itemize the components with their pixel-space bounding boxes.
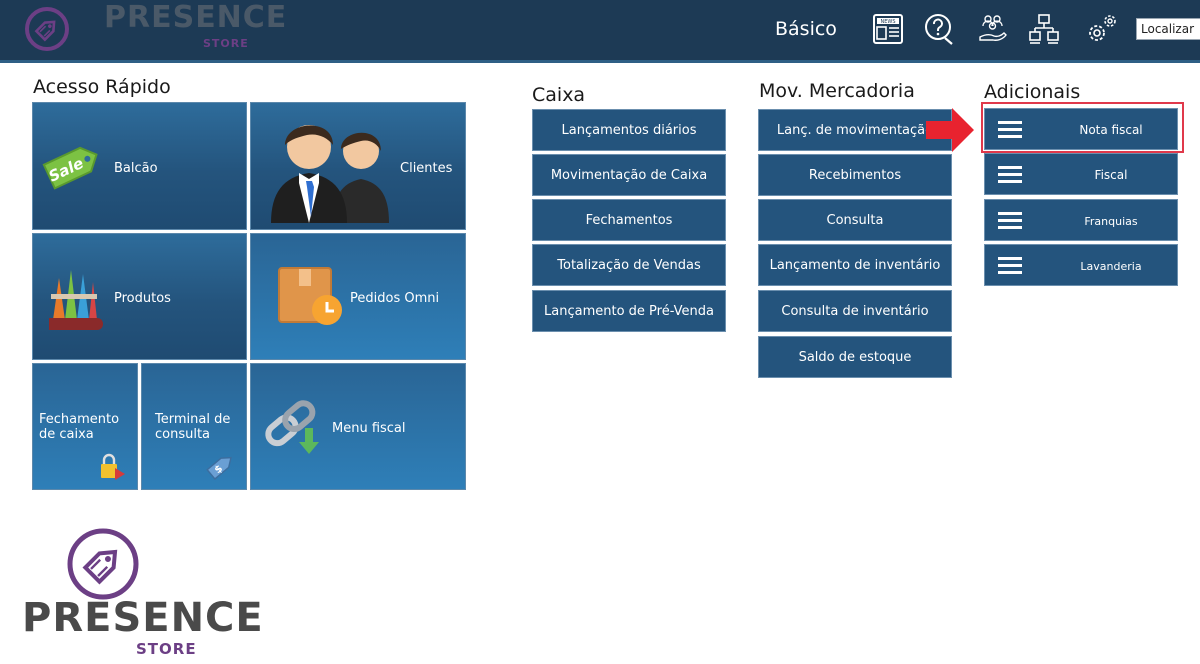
svg-text:NEWS: NEWS <box>880 19 895 25</box>
customers-icon <box>271 125 389 223</box>
adicionais-item-label: Lavanderia <box>1080 259 1142 273</box>
help-icon[interactable] <box>922 10 958 48</box>
adicionais-item-fiscal[interactable]: Fiscal <box>984 153 1178 195</box>
mov-item[interactable]: Consulta <box>758 199 952 241</box>
sale-tag-icon: Sale <box>42 146 98 190</box>
highlight-box <box>981 102 1184 153</box>
price-tag-icon: $ <box>206 456 232 480</box>
mov-item[interactable]: Lançamento de inventário <box>758 244 952 286</box>
tile-label: Balcão <box>114 161 158 176</box>
top-bar-divider <box>0 60 1200 63</box>
caixa-item[interactable]: Totalização de Vendas <box>532 244 726 286</box>
caixa-item[interactable]: Lançamento de Pré-Venda <box>532 290 726 332</box>
tile-clientes[interactable]: Clientes <box>250 102 466 230</box>
menu-icon <box>998 212 1022 230</box>
brand-sub: STORE <box>203 37 249 50</box>
mov-item[interactable]: Consulta de inventário <box>758 290 952 332</box>
mov-item[interactable]: Recebimentos <box>758 154 952 196</box>
users-icon[interactable] <box>976 10 1012 48</box>
tile-produtos[interactable]: Produtos <box>32 233 247 360</box>
tile-label: Terminal de consulta <box>155 412 231 442</box>
adicionais-item-label: Fiscal <box>1094 168 1128 182</box>
caixa-item[interactable]: Lançamentos diários <box>532 109 726 151</box>
lock-icon <box>101 453 125 480</box>
news-icon[interactable]: NEWS <box>870 10 906 48</box>
mode-label[interactable]: Básico <box>775 18 837 40</box>
mov-item[interactable]: Saldo de estoque <box>758 336 952 378</box>
tile-terminal-consulta[interactable]: Terminal de consulta $ <box>141 363 247 490</box>
adicionais-item-lavanderia[interactable]: Lavanderia <box>984 244 1178 286</box>
presence-logo-icon[interactable] <box>24 6 70 52</box>
tile-label: Fechamento de caixa <box>39 412 120 442</box>
search-input[interactable]: Localizar <box>1136 18 1200 40</box>
products-icon <box>49 270 103 330</box>
tile-menu-fiscal[interactable]: Menu fiscal <box>250 363 466 490</box>
presence-logo-icon <box>67 528 139 600</box>
red-arrow-icon <box>926 108 974 152</box>
caixa-title: Caixa <box>532 84 586 106</box>
settings-icon[interactable] <box>1084 10 1120 48</box>
footer-brand-sub: STORE <box>136 640 197 658</box>
quick-access-title: Acesso Rápido <box>33 76 171 98</box>
tile-label: Pedidos Omni <box>350 291 440 306</box>
tile-fechamento-caixa[interactable]: Fechamento de caixa <box>32 363 138 490</box>
footer-brand-name: PRESENCE <box>22 595 264 641</box>
omni-orders-icon <box>278 267 342 325</box>
mov-item[interactable]: Lanç. de movimentação <box>758 109 952 151</box>
adicionais-item-label: Franquias <box>1084 214 1138 228</box>
tile-pedidos-omni[interactable]: Pedidos Omni <box>250 233 466 360</box>
tile-label: Clientes <box>400 161 453 176</box>
mov-title: Mov. Mercadoria <box>759 80 915 102</box>
chain-link-icon <box>265 400 319 454</box>
tile-label: Menu fiscal <box>332 421 406 436</box>
caixa-item[interactable]: Fechamentos <box>532 199 726 241</box>
tile-balcao[interactable]: Sale Balcão <box>32 102 247 230</box>
caixa-item[interactable]: Movimentação de Caixa <box>532 154 726 196</box>
menu-icon <box>998 166 1022 184</box>
network-icon[interactable] <box>1026 10 1062 48</box>
tile-label: Produtos <box>114 291 171 306</box>
adicionais-title: Adicionais <box>984 81 1081 103</box>
adicionais-item-franquias[interactable]: Franquias <box>984 199 1178 241</box>
menu-icon <box>998 257 1022 275</box>
brand-name: PRESENCE <box>104 0 288 35</box>
